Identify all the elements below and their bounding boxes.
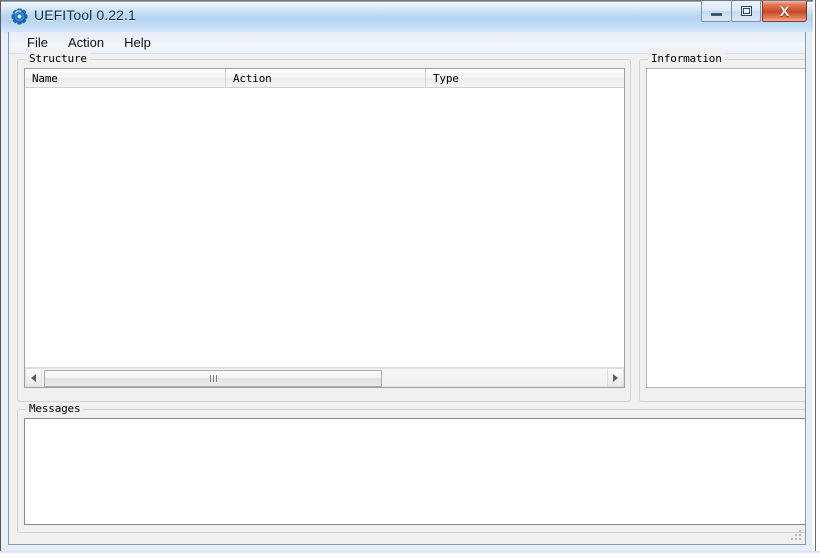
minimize-button[interactable] — [701, 1, 731, 22]
menu-item-file[interactable]: File — [17, 33, 58, 53]
structure-horizontal-scrollbar[interactable] — [25, 367, 624, 387]
maximize-icon — [740, 6, 752, 16]
structure-group-label: Structure — [26, 52, 90, 65]
menu-item-help[interactable]: Help — [114, 33, 161, 53]
structure-groupbox: Structure Name Action Type — [17, 52, 631, 402]
close-icon: X — [779, 3, 790, 19]
messages-group-label: Messages — [26, 402, 84, 415]
structure-tree-header: Name Action Type — [25, 69, 624, 88]
column-header-action[interactable]: Action — [226, 69, 426, 87]
window-frame-left-edge — [0, 0, 3, 551]
title-bar[interactable]: UEFITool 0.22.1 X — [1, 0, 813, 32]
resize-grip-icon[interactable] — [790, 529, 803, 542]
messages-groupbox: Messages — [17, 402, 805, 533]
window-frame-right-edge — [810, 0, 820, 551]
application-window: UEFITool 0.22.1 X File Action Help Struc… — [0, 0, 820, 558]
structure-tree-body[interactable] — [25, 88, 624, 367]
menu-bar: File Action Help — [9, 32, 805, 54]
structure-tree-view[interactable]: Name Action Type — [24, 68, 625, 388]
scrollbar-thumb[interactable] — [44, 370, 382, 387]
information-groupbox: Information — [639, 52, 805, 402]
client-area: File Action Help Structure Name Action T… — [8, 32, 806, 545]
column-header-name[interactable]: Name — [25, 69, 226, 87]
scroll-right-arrow-icon[interactable] — [607, 368, 624, 387]
window-frame-bottom-edge — [0, 551, 820, 558]
window-title: UEFITool 0.22.1 — [34, 7, 136, 23]
column-header-type[interactable]: Type — [426, 69, 624, 87]
information-text-area[interactable] — [646, 68, 805, 388]
scrollbar-grip-icon — [209, 375, 217, 382]
gear-icon — [11, 8, 28, 25]
scrollbar-track[interactable] — [42, 368, 607, 387]
messages-list-area[interactable] — [24, 418, 805, 525]
scroll-left-arrow-icon[interactable] — [25, 368, 42, 387]
minimize-icon — [711, 13, 722, 16]
close-button[interactable]: X — [762, 1, 807, 22]
maximize-button[interactable] — [731, 1, 761, 22]
information-group-label: Information — [648, 52, 725, 65]
menu-item-action[interactable]: Action — [58, 33, 114, 53]
window-controls: X — [701, 1, 807, 23]
